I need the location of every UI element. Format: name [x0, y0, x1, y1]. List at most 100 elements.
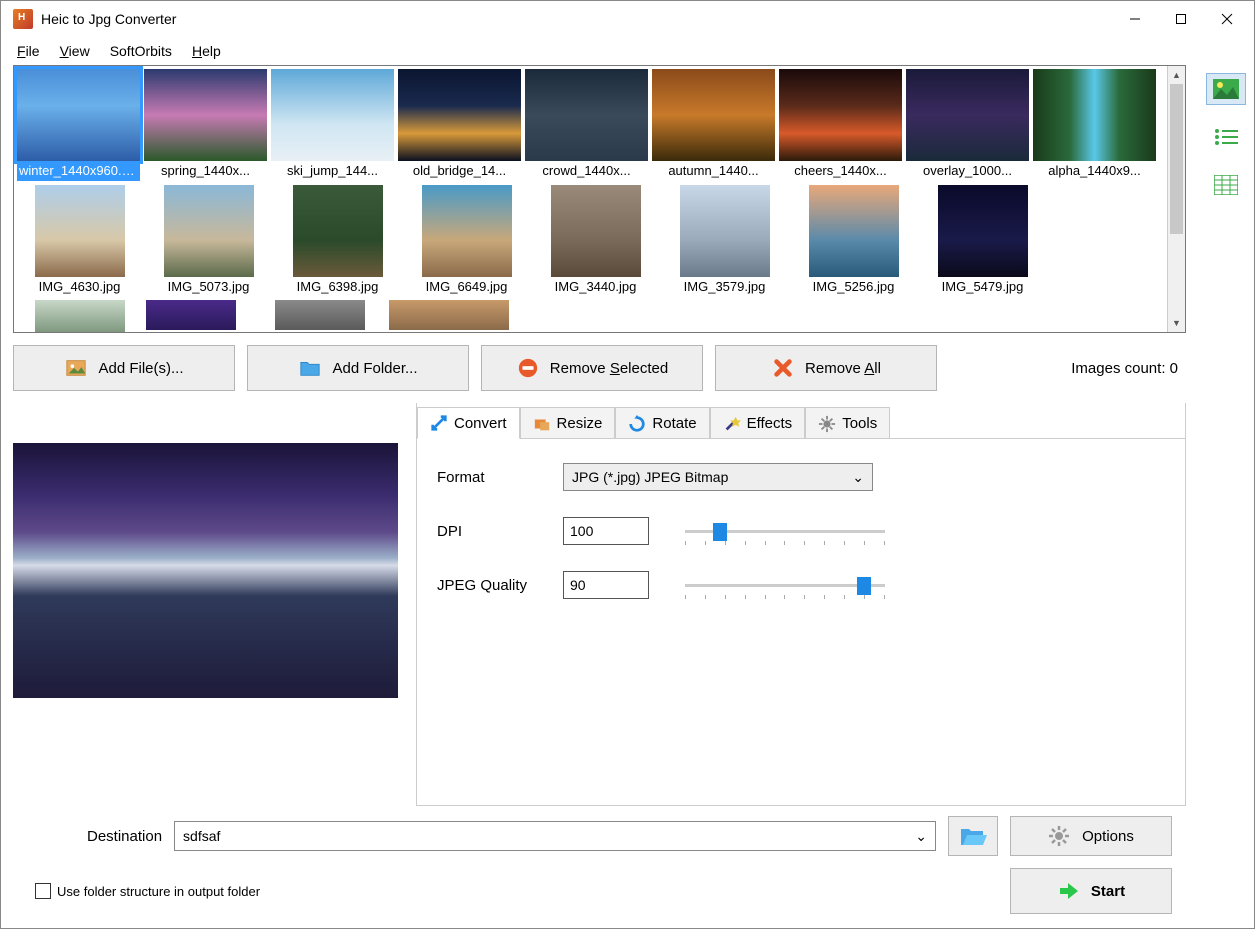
close-button[interactable] — [1204, 4, 1250, 34]
thumb-item[interactable]: IMG_6398.jpg — [275, 185, 400, 296]
thumb-item[interactable]: IMG_6649.jpg — [404, 185, 529, 296]
titlebar: Heic to Jpg Converter — [1, 1, 1254, 37]
quality-input[interactable] — [563, 571, 649, 599]
thumb-item[interactable]: IMG_5073.jpg — [146, 185, 271, 296]
thumb-label: IMG_3440.jpg — [533, 277, 658, 296]
browse-button[interactable] — [948, 816, 998, 856]
menu-view[interactable]: View — [52, 41, 98, 61]
folder-structure-checkbox-row: Use folder structure in output folder — [27, 883, 260, 899]
folder-structure-checkbox[interactable] — [35, 883, 51, 899]
preview-image — [13, 443, 398, 698]
thumb-item[interactable]: spring_1440x... — [144, 69, 267, 181]
thumb-item[interactable]: ski_jump_144... — [271, 69, 394, 181]
thumb-item[interactable]: winter_1440x960.heic — [17, 69, 140, 181]
destination-label: Destination — [27, 828, 162, 845]
thumb-item[interactable]: crowd_1440x... — [525, 69, 648, 181]
tab-header: Convert Resize Rotate Effects Tools — [417, 403, 1185, 439]
minimize-button[interactable] — [1112, 4, 1158, 34]
quality-slider[interactable] — [685, 575, 885, 595]
destination-input[interactable]: sdfsaf ⌄ — [174, 821, 936, 851]
thumb-label: overlay_1000... — [906, 161, 1029, 180]
thumb-item[interactable]: autumn_1440... — [652, 69, 775, 181]
thumb-image — [35, 185, 125, 277]
button-label: Remove All — [805, 360, 881, 377]
thumb-image — [809, 185, 899, 277]
thumb-item[interactable]: IMG_5256.jpg — [791, 185, 916, 296]
remove-all-button[interactable]: Remove All — [715, 345, 937, 391]
menu-softorbits[interactable]: SoftOrbits — [102, 41, 180, 61]
thumb-image — [938, 185, 1028, 277]
tab-resize[interactable]: Resize — [520, 407, 616, 439]
tab-effects[interactable]: Effects — [710, 407, 806, 439]
tab-rotate[interactable]: Rotate — [615, 407, 709, 439]
tab-tools[interactable]: Tools — [805, 407, 890, 439]
add-files-button[interactable]: Add File(s)... — [13, 345, 235, 391]
grid-icon — [1214, 175, 1238, 195]
thumb-item[interactable]: IMG_3440.jpg — [533, 185, 658, 296]
thumb-label: alpha_1440x9... — [1033, 161, 1156, 180]
rotate-icon — [628, 415, 646, 433]
format-select[interactable]: JPG (*.jpg) JPEG Bitmap ⌄ — [563, 463, 873, 491]
thumb-label: IMG_3579.jpg — [662, 277, 787, 296]
thumb-item[interactable]: IMG_3579.jpg — [662, 185, 787, 296]
dpi-label: DPI — [437, 523, 547, 540]
thumb-label: crowd_1440x... — [525, 161, 648, 180]
thumb-label: winter_1440x960.heic — [17, 161, 140, 181]
thumbnails-view-button[interactable] — [1206, 73, 1246, 105]
thumbnail-gallery[interactable]: winter_1440x960.heic spring_1440x... ski… — [14, 66, 1167, 332]
thumb-partial[interactable] — [275, 300, 365, 330]
add-folder-button[interactable]: Add Folder... — [247, 345, 469, 391]
maximize-button[interactable] — [1158, 4, 1204, 34]
thumb-item[interactable]: IMG_3711.jpg — [17, 300, 142, 332]
scroll-up-icon[interactable]: ▲ — [1168, 66, 1185, 84]
thumb-image — [906, 69, 1029, 161]
thumb-label: IMG_5256.jpg — [791, 277, 916, 296]
format-label: Format — [437, 469, 547, 486]
thumb-label: autumn_1440... — [652, 161, 775, 180]
gear-icon — [1048, 825, 1070, 847]
thumb-image — [144, 69, 267, 161]
options-button[interactable]: Options — [1010, 816, 1172, 856]
thumb-image — [779, 69, 902, 161]
menu-help[interactable]: Help — [184, 41, 229, 61]
play-icon — [1057, 880, 1079, 902]
format-value: JPG (*.jpg) JPEG Bitmap — [572, 469, 728, 485]
details-view-button[interactable] — [1206, 169, 1246, 201]
button-label: Remove Selected — [550, 360, 668, 377]
thumb-image — [164, 185, 254, 277]
side-toolbar — [1198, 65, 1254, 928]
center-column: winter_1440x960.heic spring_1440x... ski… — [1, 65, 1198, 928]
slider-track — [685, 584, 885, 587]
thumb-item[interactable]: IMG_5479.jpg — [920, 185, 1045, 296]
slider-ticks — [685, 541, 885, 545]
remove-selected-button[interactable]: Remove Selected — [481, 345, 703, 391]
thumb-item[interactable]: alpha_1440x9... — [1033, 69, 1156, 181]
dpi-input[interactable] — [563, 517, 649, 545]
thumb-item[interactable]: cheers_1440x... — [779, 69, 902, 181]
convert-icon — [430, 414, 448, 432]
thumb-partial[interactable] — [389, 300, 509, 330]
action-toolbar: Add File(s)... Add Folder... Remove Sele… — [13, 333, 1186, 403]
thumb-label: IMG_5479.jpg — [920, 277, 1045, 296]
thumb-item[interactable]: IMG_4630.jpg — [17, 185, 142, 296]
thumb-image — [398, 69, 521, 161]
dpi-slider[interactable] — [685, 521, 885, 541]
destination-value: sdfsaf — [183, 828, 220, 844]
slider-thumb[interactable] — [713, 523, 727, 541]
thumb-item[interactable]: old_bridge_14... — [398, 69, 521, 181]
tab-convert[interactable]: Convert — [417, 407, 520, 439]
tab-body-convert: Format JPG (*.jpg) JPEG Bitmap ⌄ DPI — [417, 438, 1185, 805]
thumb-item[interactable]: overlay_1000... — [906, 69, 1029, 181]
start-button[interactable]: Start — [1010, 868, 1172, 914]
scroll-down-icon[interactable]: ▼ — [1168, 314, 1185, 332]
menu-file[interactable]: File — [9, 41, 48, 61]
thumb-partial[interactable] — [146, 300, 236, 330]
app-icon — [13, 9, 33, 29]
checkbox-label: Use folder structure in output folder — [57, 884, 260, 899]
list-view-button[interactable] — [1206, 121, 1246, 153]
scroll-thumb[interactable] — [1170, 84, 1183, 234]
thumb-label: cheers_1440x... — [779, 161, 902, 180]
gallery-scrollbar[interactable]: ▲ ▼ — [1167, 66, 1185, 332]
menubar: File View SoftOrbits Help — [1, 37, 1254, 65]
slider-thumb[interactable] — [857, 577, 871, 595]
